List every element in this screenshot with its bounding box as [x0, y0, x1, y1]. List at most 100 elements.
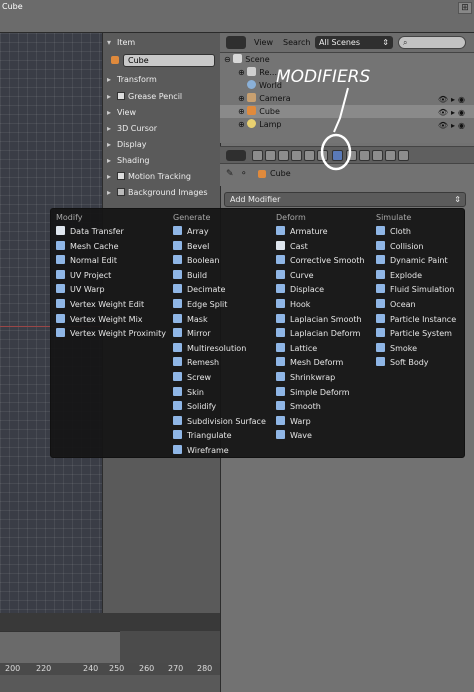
menu-item-vertex-weight-mix[interactable]: Vertex Weight Mix	[56, 313, 143, 327]
menu-item-smooth[interactable]: Smooth	[276, 400, 321, 414]
tree-row-camera[interactable]: ⊕ Camera 👁▸◉	[220, 92, 474, 105]
menu-item-dynamic-paint[interactable]: Dynamic Paint	[376, 254, 448, 268]
menu-item-fluid-simulation[interactable]: Fluid Simulation	[376, 283, 454, 297]
tree-row-world[interactable]: World	[220, 79, 474, 92]
menu-item-label: Vertex Weight Edit	[70, 300, 145, 309]
menu-item-vertex-weight-proximity[interactable]: Vertex Weight Proximity	[56, 327, 166, 341]
panel-transform[interactable]: ▸ Transform	[107, 73, 217, 87]
outliner-search-input[interactable]: ⌕	[398, 36, 466, 49]
search-menu[interactable]: Search	[283, 36, 310, 49]
menu-item-edge-split[interactable]: Edge Split	[173, 298, 227, 312]
tab-data[interactable]	[346, 150, 357, 161]
menu-item-bevel[interactable]: Bevel	[173, 240, 209, 254]
tree-row-cube[interactable]: ⊕ Cube 👁▸◉	[220, 105, 474, 118]
menu-item-particle-instance[interactable]: Particle Instance	[376, 313, 456, 327]
shrinkwrap-icon	[276, 372, 285, 381]
tab-object[interactable]	[304, 150, 315, 161]
menu-item-smoke[interactable]: Smoke	[376, 342, 417, 356]
menu-item-hook[interactable]: Hook	[276, 298, 310, 312]
menu-item-skin[interactable]: Skin	[173, 386, 204, 400]
menu-item-mesh-cache[interactable]: Mesh Cache	[56, 240, 118, 254]
menu-item-mirror[interactable]: Mirror	[173, 327, 211, 341]
menu-item-displace[interactable]: Displace	[276, 283, 324, 297]
panel-motion-tracking[interactable]: ▸ Motion Tracking	[107, 170, 217, 184]
scenes-select[interactable]: All Scenes ⇕	[315, 36, 393, 49]
editor-type-icon[interactable]	[226, 36, 246, 49]
menu-item-warp[interactable]: Warp	[276, 415, 311, 429]
menu-item-solidify[interactable]: Solidify	[173, 400, 216, 414]
menu-item-mesh-deform[interactable]: Mesh Deform	[276, 356, 343, 370]
motion-tracking-checkbox[interactable]	[117, 172, 125, 180]
menu-item-data-transfer[interactable]: Data Transfer	[56, 225, 124, 239]
tab-texture[interactable]	[372, 150, 383, 161]
menu-item-label: Collision	[390, 241, 424, 251]
menu-item-explode[interactable]: Explode	[376, 269, 422, 283]
menu-item-uv-warp[interactable]: UV Warp	[56, 283, 105, 297]
tab-scene[interactable]	[278, 150, 289, 161]
menu-item-wave[interactable]: Wave	[276, 429, 312, 443]
menu-item-label: Solidify	[187, 402, 217, 412]
menu-item-screw[interactable]: Screw	[173, 371, 211, 385]
panel-view[interactable]: ▸ View	[107, 106, 217, 120]
panel-display[interactable]: ▸ Display	[107, 138, 217, 152]
menu-item-uv-project[interactable]: UV Project	[56, 269, 111, 283]
menu-item-wireframe[interactable]: Wireframe	[173, 444, 229, 458]
grease-pencil-checkbox[interactable]	[117, 92, 125, 100]
split-area-icon[interactable]: ⊞	[458, 2, 472, 14]
menu-item-ocean[interactable]: Ocean	[376, 298, 416, 312]
menu-item-boolean[interactable]: Boolean	[173, 254, 219, 268]
visibility-toggles[interactable]: 👁▸◉	[438, 119, 468, 132]
tab-physics[interactable]	[398, 150, 409, 161]
tree-row-render[interactable]: ⊕ Re...	[220, 66, 474, 79]
menu-item-array[interactable]: Array	[173, 225, 209, 239]
tab-world[interactable]	[291, 150, 302, 161]
menu-item-triangulate[interactable]: Triangulate	[173, 429, 232, 443]
menu-item-multiresolution[interactable]: Multiresolution	[173, 342, 246, 356]
tab-render-layers[interactable]	[265, 150, 276, 161]
object-name-field[interactable]: Cube	[123, 54, 215, 67]
menu-item-collision[interactable]: Collision	[376, 240, 424, 254]
editor-type-icon[interactable]	[226, 150, 246, 161]
panel-3d-cursor[interactable]: ▸ 3D Cursor	[107, 122, 217, 136]
menu-item-build[interactable]: Build	[173, 269, 207, 283]
menu-item-laplacian-deform[interactable]: Laplacian Deform	[276, 327, 360, 341]
background-images-checkbox[interactable]	[117, 188, 125, 196]
menu-item-vertex-weight-edit[interactable]: Vertex Weight Edit	[56, 298, 144, 312]
collision-icon	[376, 240, 385, 250]
menu-item-cast[interactable]: Cast	[276, 240, 308, 254]
view-menu[interactable]: View	[254, 36, 273, 49]
menu-item-corrective-smooth[interactable]: Corrective Smooth	[276, 254, 365, 268]
menu-item-shrinkwrap[interactable]: Shrinkwrap	[276, 371, 335, 385]
panel-item[interactable]: ▾ Item	[107, 36, 217, 50]
panel-grease-pencil[interactable]: ▸ Grease Pencil	[107, 90, 217, 104]
menu-item-soft-body[interactable]: Soft Body	[376, 356, 429, 370]
add-modifier-dropdown[interactable]: Add Modifier ⇕	[224, 192, 466, 207]
panel-shading[interactable]: ▸ Shading	[107, 154, 217, 168]
tab-modifiers[interactable]	[332, 150, 343, 161]
particle-system-icon	[376, 328, 385, 338]
tab-constraints[interactable]	[317, 150, 328, 161]
menu-item-cloth[interactable]: Cloth	[376, 225, 411, 239]
menu-item-mask[interactable]: Mask	[173, 313, 208, 327]
render-layers-icon	[247, 67, 257, 76]
menu-item-laplacian-smooth[interactable]: Laplacian Smooth	[276, 313, 362, 327]
tab-material[interactable]	[359, 150, 370, 161]
menu-item-lattice[interactable]: Lattice	[276, 342, 317, 356]
panel-motion-tracking-label: Motion Tracking	[128, 172, 191, 181]
menu-item-particle-system[interactable]: Particle System	[376, 327, 452, 341]
menu-item-subdivision-surface[interactable]: Subdivision Surface	[173, 415, 266, 429]
menu-item-remesh[interactable]: Remesh	[173, 356, 219, 370]
tree-row-lamp[interactable]: ⊕ Lamp 👁▸◉	[220, 118, 474, 131]
tree-row-scene[interactable]: ⊖ Scene	[220, 53, 474, 66]
pin-icon[interactable]: ✎	[226, 169, 234, 179]
menu-item-label: Mesh Deform	[290, 358, 344, 368]
panel-background-images[interactable]: ▸ Background Images	[107, 186, 217, 200]
tab-render[interactable]	[252, 150, 263, 161]
tab-particles[interactable]	[385, 150, 396, 161]
menu-item-curve[interactable]: Curve	[276, 269, 314, 283]
menu-item-normal-edit[interactable]: Normal Edit	[56, 254, 117, 268]
timeline-ruler[interactable]: 200 220 240 250 260 270 280	[0, 663, 220, 675]
menu-item-simple-deform[interactable]: Simple Deform	[276, 386, 350, 400]
menu-item-armature[interactable]: Armature	[276, 225, 328, 239]
menu-item-decimate[interactable]: Decimate	[173, 283, 225, 297]
